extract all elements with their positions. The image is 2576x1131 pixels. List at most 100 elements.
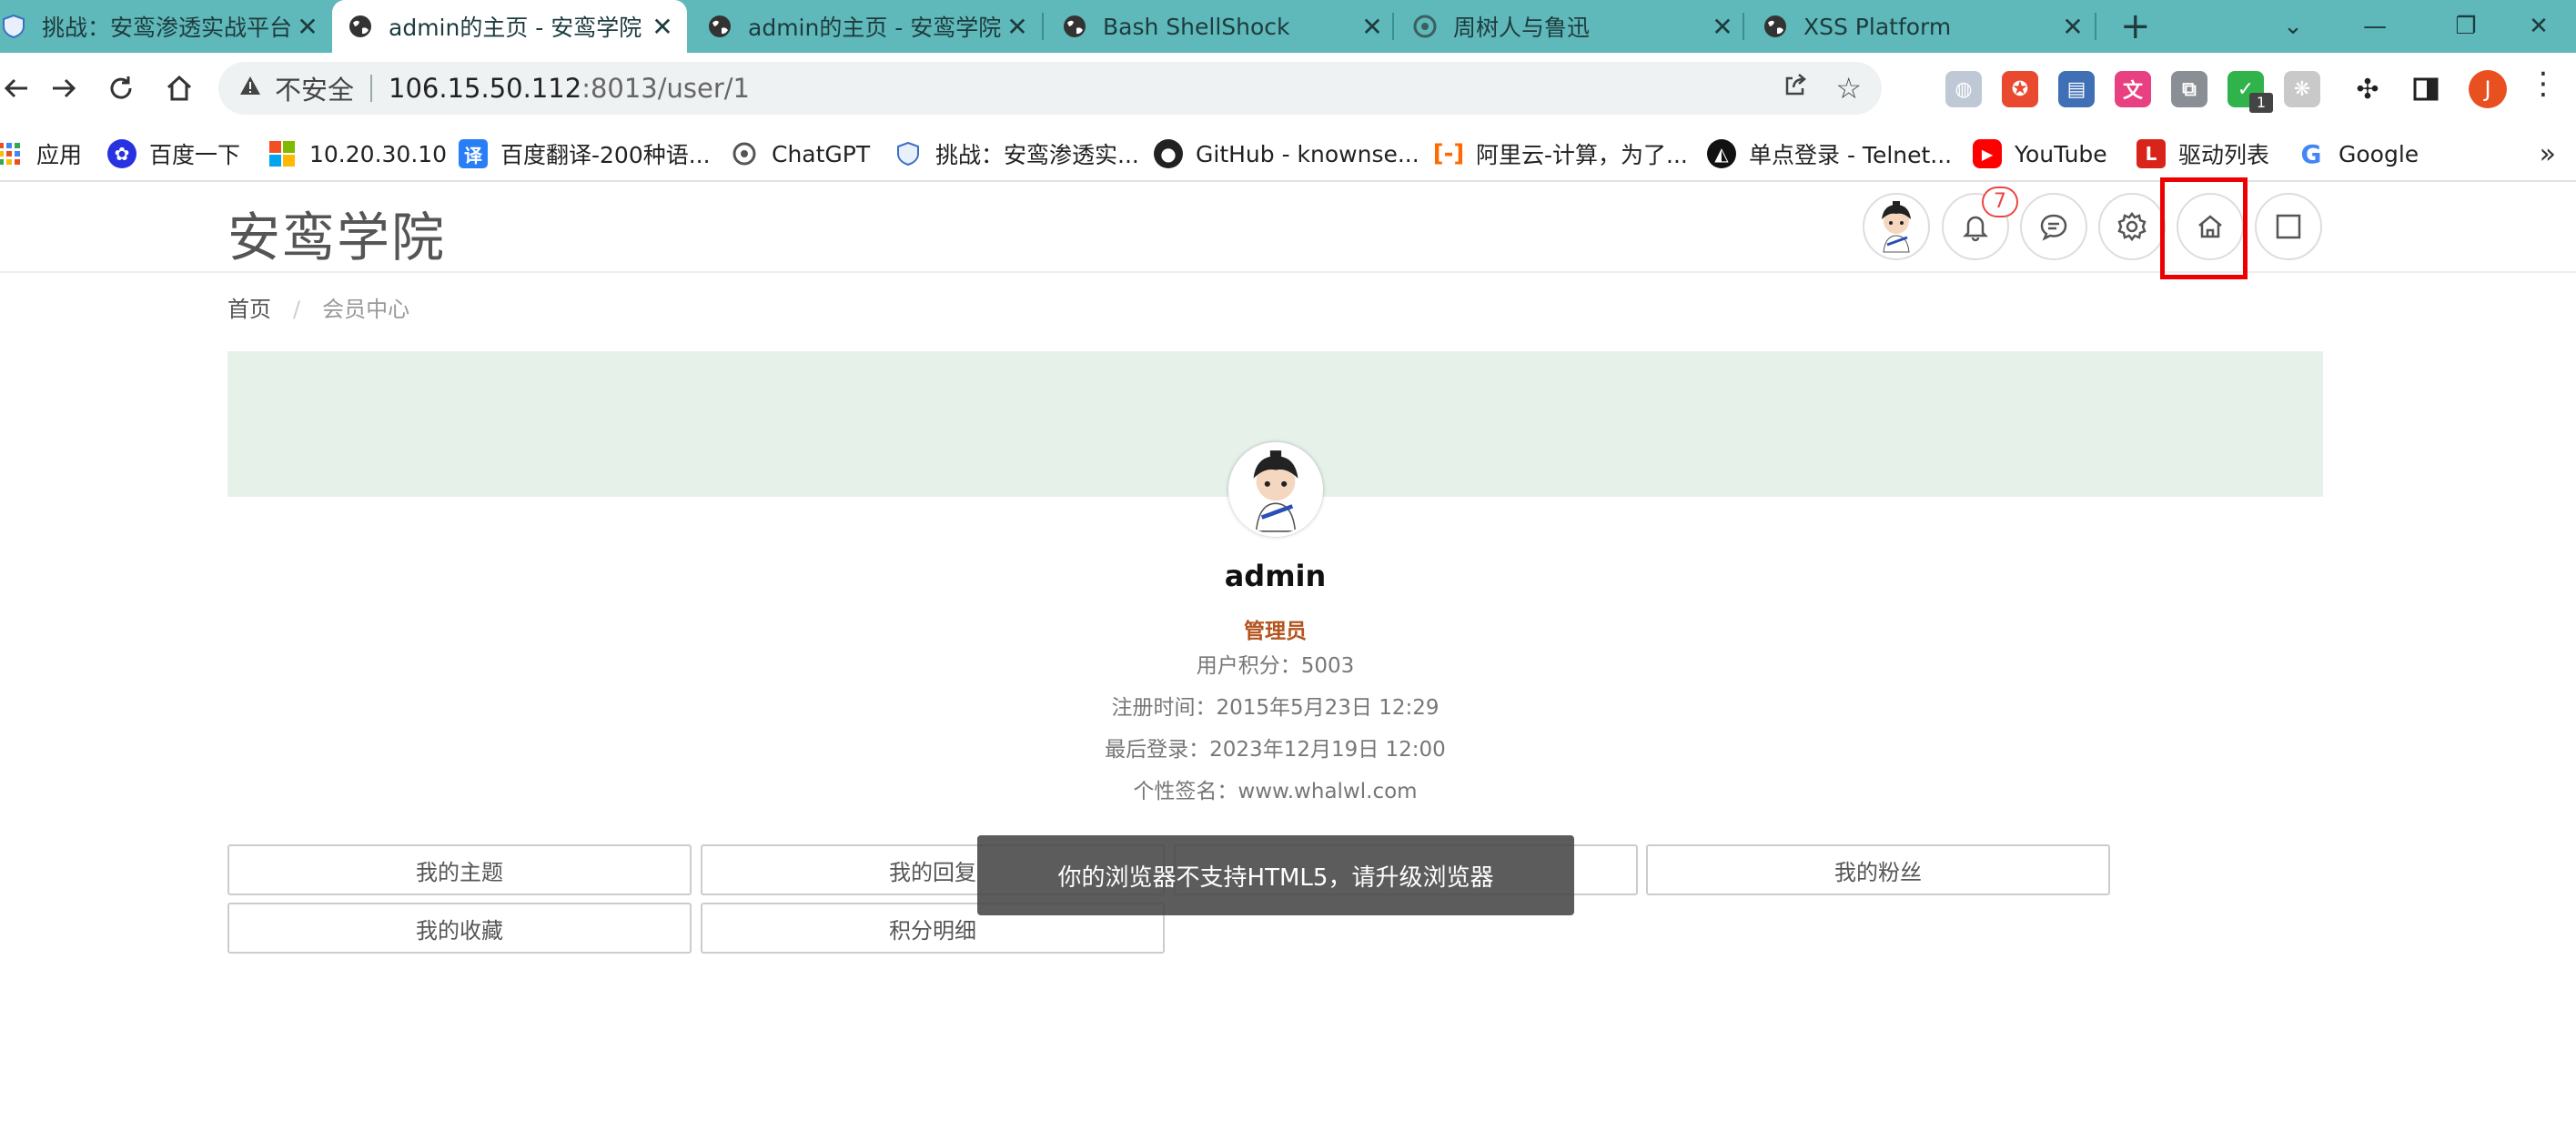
profile-avatar-large[interactable] [1228, 442, 1323, 537]
address-bar[interactable]: 不安全 106.15.50.112:8013/user/1 ☆ [218, 62, 1882, 115]
side-panel-icon[interactable] [2408, 71, 2444, 107]
profile-username: admin [1224, 559, 1327, 593]
tab-title: admin的主页 - 安鸾学院 [389, 15, 642, 41]
bookmark-youtube[interactable]: ▶ YouTube [1973, 136, 2107, 171]
warning-triangle-icon[interactable] [238, 73, 262, 104]
bookmark-star-icon[interactable]: ☆ [1835, 71, 1862, 106]
bookmark-apps[interactable]: 应用 [0, 136, 82, 171]
browser-toolbar: 不安全 106.15.50.112:8013/user/1 ☆ ◍ ✪ ▤ 文 … [0, 53, 2576, 126]
tab-zhoushuren[interactable]: 周树人与鲁迅 ✕ [1397, 0, 1747, 53]
tab-title: admin的主页 - 安鸾学院 [748, 15, 1002, 41]
chat-bubble-icon [2040, 214, 2067, 241]
home-button[interactable] [153, 62, 206, 115]
extension-badge: 1 [2249, 93, 2273, 113]
bookmark-label: 驱动列表 [2178, 142, 2270, 168]
bookmark-baidu[interactable]: ✿ 百度一下 [107, 136, 240, 171]
bookmark-label: Google [2339, 140, 2419, 167]
bookmark-label: 阿里云-计算，为了... [1476, 142, 1688, 168]
close-icon[interactable]: ✕ [1002, 12, 1033, 42]
my-topics-button[interactable]: 我的主题 [227, 844, 692, 895]
avatar-icon [1882, 201, 1911, 253]
settings-button[interactable] [2098, 193, 2166, 260]
bookmark-chatgpt[interactable]: ChatGPT [730, 136, 870, 171]
tab-title: XSS Platform [1803, 13, 1952, 40]
bookmark-label: YouTube [2015, 140, 2107, 167]
windows-logo-icon [268, 139, 297, 168]
tab-separator [1392, 13, 1394, 40]
more-menu-icon[interactable]: ⋮ [2528, 66, 2559, 102]
bookmark-label: 单点登录 - Telnet... [1749, 142, 1953, 168]
fullscreen-button[interactable] [2255, 193, 2322, 260]
my-favorites-button[interactable]: 我的收藏 [227, 903, 692, 954]
extension-gear-icon[interactable]: ❋ [2284, 71, 2320, 107]
share-icon[interactable] [1782, 71, 1809, 106]
bookmark-label: 挑战：安鸾渗透实... [935, 142, 1139, 168]
minimize-window-button[interactable]: — [2329, 0, 2420, 53]
bookmark-label: GitHub - knownse... [1196, 140, 1419, 167]
tab-xss-platform[interactable]: XSS Platform ✕ [1747, 0, 2097, 53]
close-icon[interactable]: ✕ [2057, 12, 2088, 42]
profile-last-login: 最后登录：2023年12月19日 12:00 [1105, 738, 1446, 762]
tab-separator [1743, 13, 1744, 40]
new-tab-button[interactable]: + [2120, 5, 2151, 47]
tab-title: Bash ShellShock [1103, 13, 1290, 40]
breadcrumb: 首页 / 会员中心 [227, 291, 409, 323]
tab-bash-shellshock[interactable]: Bash ShellShock ✕ [1046, 0, 1397, 53]
bookmark-google[interactable]: G Google [2297, 136, 2419, 171]
bookmark-driver-list[interactable]: L 驱动列表 [2137, 136, 2269, 171]
tab-title: 挑战：安鸾渗透实战平台 [42, 15, 292, 41]
driver-list-icon: L [2137, 139, 2166, 168]
tab-title: 周树人与鲁迅 [1453, 15, 1591, 41]
more-bookmarks-chevron-icon[interactable]: » [2540, 138, 2556, 170]
openai-icon [730, 139, 759, 168]
sso-icon: ◭ [1707, 139, 1736, 168]
close-icon[interactable]: ✕ [1357, 12, 1388, 42]
bookmark-sso-telnet[interactable]: ◭ 单点登录 - Telnet... [1707, 136, 1952, 171]
my-fans-button[interactable]: 我的粉丝 [1646, 844, 2110, 895]
extension-santa-icon[interactable]: ✪ [2002, 71, 2038, 107]
bookmark-10-20-30-10[interactable]: 10.20.30.10 [268, 136, 447, 171]
bookmark-aliyun[interactable]: [-] 阿里云-计算，为了... [1432, 136, 1688, 171]
bookmark-label: 应用 [36, 142, 83, 168]
arrow-left-icon [4, 78, 27, 98]
openai-icon [1411, 13, 1439, 40]
close-icon[interactable]: ✕ [647, 12, 678, 42]
notification-count-badge: 7 [1982, 187, 2018, 217]
site-logo[interactable]: 安鸾学院 [227, 195, 446, 271]
close-icon[interactable]: ✕ [292, 12, 323, 42]
profile-avatar[interactable]: J [2469, 70, 2507, 108]
breadcrumb-home-link[interactable]: 首页 [227, 297, 271, 322]
tab-anluan-challenge[interactable]: 挑战：安鸾渗透实战平台 ✕ [0, 0, 332, 53]
youtube-icon: ▶ [1973, 139, 2002, 168]
bookmark-github[interactable]: ● GitHub - knownse... [1154, 136, 1419, 171]
aliyun-icon: [-] [1432, 139, 1465, 168]
bookmark-baidu-translate[interactable]: 译 百度翻译-200种语... [459, 136, 711, 171]
reload-button[interactable] [95, 62, 147, 115]
profile-points: 用户积分：5003 [1196, 654, 1355, 678]
forward-button[interactable] [36, 62, 89, 115]
extension-translate-icon[interactable]: 文 [2115, 71, 2151, 107]
breadcrumb-current: 会员中心 [322, 297, 410, 322]
bookmark-anluan-challenge[interactable]: 挑战：安鸾渗透实... [894, 136, 1139, 171]
github-icon: ● [1154, 139, 1183, 168]
apps-grid-icon [0, 139, 24, 168]
extension-save-icon[interactable]: ▤ [2058, 71, 2095, 107]
close-icon[interactable]: ✕ [1707, 12, 1738, 42]
extension-globe-icon[interactable]: ◍ [1945, 71, 1982, 107]
tab-admin-home[interactable]: admin的主页 - 安鸾学院 ✕ [692, 0, 1042, 53]
square-icon [2276, 214, 2301, 239]
home-icon [167, 75, 192, 101]
bookmarks-bar: 应用 ✿ 百度一下 10.20.30.10 译 百度翻译-200种语... Ch… [0, 126, 2576, 182]
tab-admin-home-active[interactable]: admin的主页 - 安鸾学院 ✕ [332, 0, 687, 53]
profile-registered: 注册时间：2015年5月23日 12:29 [1111, 696, 1440, 720]
globe-icon [1061, 13, 1088, 40]
security-status-label[interactable]: 不安全 [275, 69, 354, 107]
user-avatar-button[interactable] [1863, 193, 1930, 260]
extensions-puzzle-icon[interactable]: ✣ [2349, 71, 2386, 107]
baidu-paw-icon: ✿ [107, 139, 136, 168]
tab-search-chevron-icon[interactable]: ⌄ [2248, 0, 2339, 53]
extension-copy-icon[interactable]: ⧉ [2171, 71, 2207, 107]
close-window-button[interactable]: ✕ [2493, 0, 2576, 53]
messages-button[interactable] [2020, 193, 2087, 260]
shield-icon [894, 139, 923, 168]
